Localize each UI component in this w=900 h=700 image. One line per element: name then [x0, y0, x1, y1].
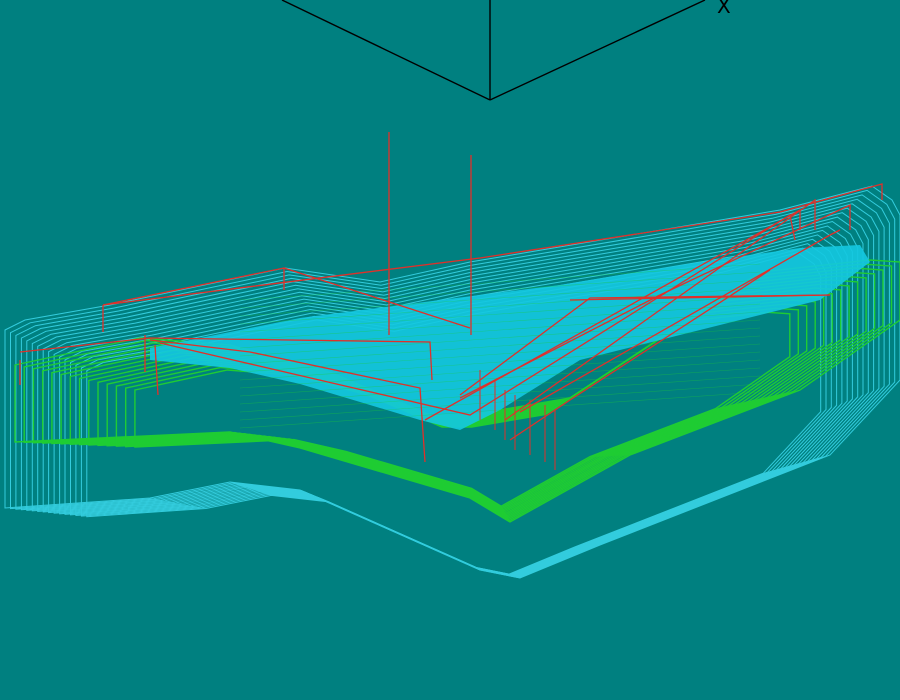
axis-label-x: X	[717, 0, 731, 18]
cam-toolpath-viewport[interactable]: X	[0, 0, 900, 700]
axis-line-x	[489, 0, 706, 101]
axis-triad: X	[281, 0, 731, 101]
axis-line-y	[281, 0, 491, 101]
toolpath-3d-view[interactable]: X	[0, 0, 900, 700]
